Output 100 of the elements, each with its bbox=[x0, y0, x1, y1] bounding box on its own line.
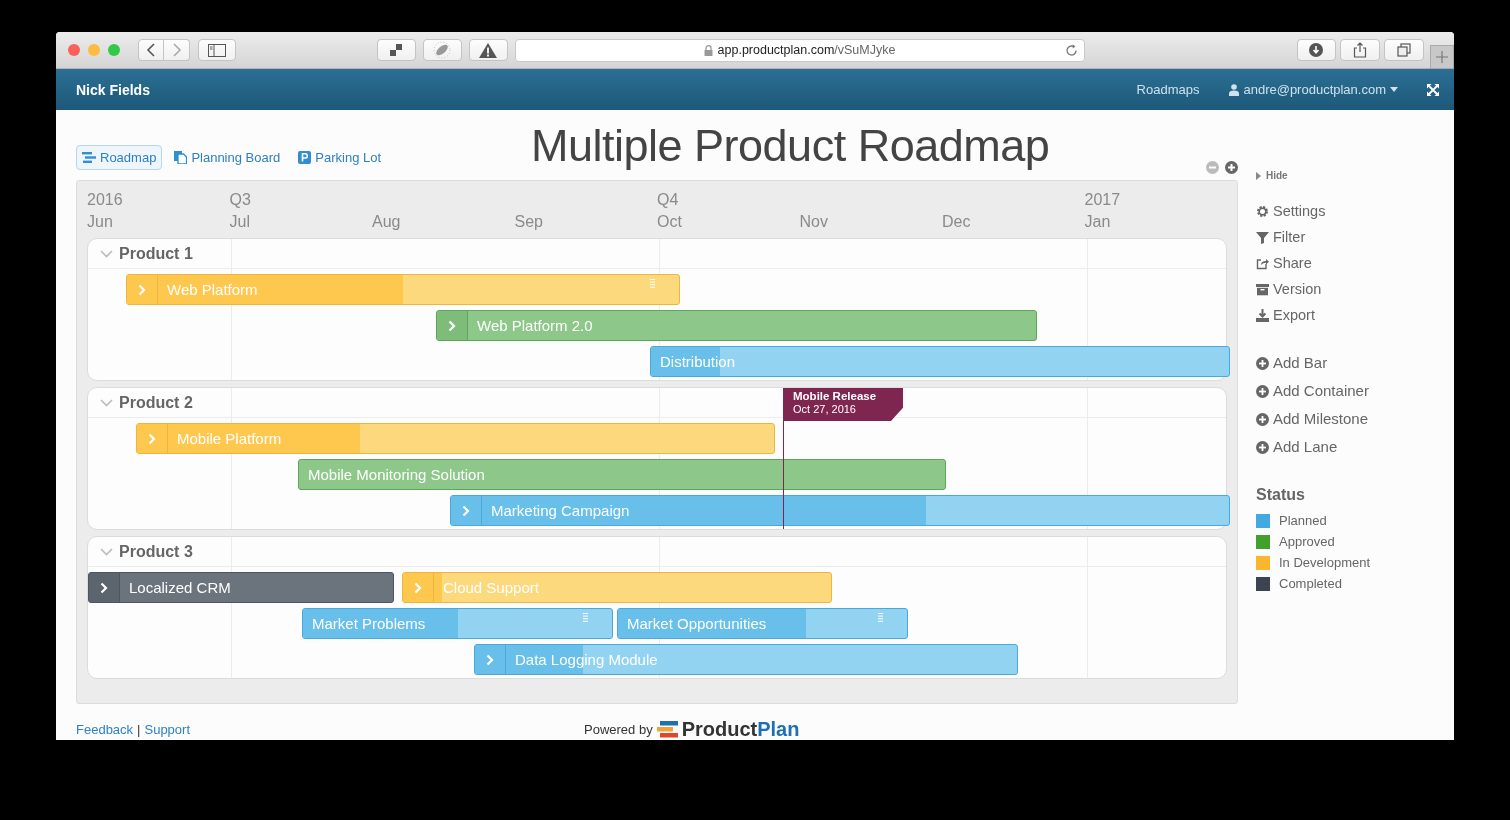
bar-label: Mobile Monitoring Solution bbox=[307, 466, 485, 483]
triangle-icon[interactable] bbox=[1256, 171, 1261, 180]
filter-icon[interactable] bbox=[1256, 230, 1269, 244]
extension-icon[interactable] bbox=[432, 41, 453, 59]
bar-label: Market Problems bbox=[311, 615, 426, 632]
forward-icon[interactable] bbox=[171, 43, 182, 57]
bar-label: Marketing Campaign bbox=[490, 502, 630, 519]
sidebar-action[interactable]: Version bbox=[1256, 280, 1371, 298]
period-label: Q4 bbox=[657, 190, 680, 210]
zoom-out-icon[interactable] bbox=[1206, 161, 1219, 174]
grip-icon[interactable] bbox=[583, 613, 588, 622]
view-tab[interactable]: Roadmap bbox=[76, 145, 163, 170]
plus-icon[interactable] bbox=[1436, 51, 1449, 63]
sidebar-action[interactable]: Add Container bbox=[1256, 382, 1371, 400]
sidebar-action[interactable]: Add Bar bbox=[1256, 354, 1371, 372]
expand-toggle[interactable] bbox=[403, 573, 434, 602]
status-label: Completed bbox=[1279, 576, 1342, 591]
zoom-in-icon[interactable] bbox=[1225, 161, 1238, 174]
address-bar[interactable]: app.productplan.com/vSuMJyke bbox=[514, 38, 1085, 62]
link-separator: | bbox=[137, 722, 141, 737]
sidebar-action[interactable]: Settings bbox=[1256, 202, 1371, 220]
status-label: Planned bbox=[1279, 513, 1327, 528]
collapse-icon[interactable] bbox=[100, 547, 113, 556]
period-label: 2017 bbox=[1084, 190, 1122, 210]
collapse-icon[interactable] bbox=[100, 398, 113, 407]
user-menu[interactable]: andre@productplan.com bbox=[1229, 82, 1398, 97]
user-icon[interactable] bbox=[1229, 83, 1240, 96]
back-icon[interactable] bbox=[146, 43, 156, 57]
grip-icon[interactable] bbox=[650, 279, 655, 288]
squares-icon[interactable] bbox=[388, 43, 405, 57]
nav-link[interactable]: Roadmaps bbox=[1136, 82, 1200, 97]
account-name: Nick Fields bbox=[76, 81, 150, 98]
month-label: Jun bbox=[87, 212, 114, 232]
url-text: app.productplan.com/vSuMJyke bbox=[717, 43, 896, 57]
lane-title: Product 2 bbox=[119, 393, 193, 412]
month-label: Oct bbox=[657, 212, 683, 232]
chevron-icon[interactable] bbox=[100, 581, 108, 594]
share-button[interactable] bbox=[1340, 39, 1381, 61]
view-tab[interactable]: Planning Board bbox=[168, 145, 287, 170]
sidebar-action[interactable]: Add Lane bbox=[1256, 438, 1371, 456]
share-icon[interactable] bbox=[1353, 42, 1368, 58]
sidebar-action[interactable]: Export bbox=[1256, 306, 1371, 324]
extension-button[interactable] bbox=[376, 39, 416, 61]
bar-label: Web Platform 2.0 bbox=[476, 317, 593, 334]
sidebar-button[interactable] bbox=[198, 39, 236, 61]
view-tab[interactable]: Parking Lot bbox=[292, 145, 388, 170]
expand-toggle[interactable] bbox=[451, 496, 482, 525]
sidebar-action[interactable]: Filter bbox=[1256, 228, 1371, 246]
milestone-flag[interactable]: Mobile Release Oct 27, 2016 bbox=[783, 388, 903, 421]
milestone-date: Oct 27, 2016 bbox=[793, 403, 857, 415]
download-button[interactable] bbox=[1296, 39, 1337, 61]
sidebar-icon[interactable] bbox=[207, 43, 226, 57]
month-label: Aug bbox=[372, 212, 402, 232]
tabs-button[interactable] bbox=[1384, 39, 1425, 61]
plus-circle-icon[interactable] bbox=[1256, 356, 1269, 370]
roadmap-bar[interactable]: Localized CRM bbox=[88, 572, 394, 603]
documents-icon[interactable] bbox=[174, 151, 188, 164]
plus-circle-icon[interactable] bbox=[1256, 440, 1269, 454]
grip-icon[interactable] bbox=[878, 613, 883, 622]
plus-circle-icon[interactable] bbox=[1256, 412, 1269, 426]
forward-button[interactable] bbox=[164, 39, 190, 61]
sidebar-action[interactable]: Share bbox=[1256, 254, 1371, 272]
bar-label: Cloud Support bbox=[442, 579, 539, 596]
tabs-icon[interactable] bbox=[1397, 43, 1412, 57]
extension-button[interactable] bbox=[468, 39, 508, 61]
roadmap-icon[interactable] bbox=[82, 152, 96, 163]
status-label: Approved bbox=[1279, 534, 1335, 549]
download-icon[interactable] bbox=[1256, 308, 1269, 322]
parking-icon[interactable] bbox=[298, 151, 312, 164]
bar-label: Distribution bbox=[659, 353, 736, 370]
download-icon[interactable] bbox=[1309, 43, 1324, 57]
fullscreen-icon[interactable] bbox=[1427, 83, 1439, 96]
logo-icon bbox=[656, 721, 678, 738]
lock-icon bbox=[703, 44, 713, 56]
footer-link[interactable]: Feedback bbox=[76, 722, 134, 737]
bar-label: Data Logging Module bbox=[514, 651, 658, 668]
collapse-icon[interactable] bbox=[100, 249, 113, 258]
expand-toggle[interactable] bbox=[89, 573, 120, 602]
plus-circle-icon[interactable] bbox=[1256, 384, 1269, 398]
settings-icon[interactable] bbox=[1256, 204, 1269, 218]
month-label: Sep bbox=[514, 212, 544, 232]
warning-icon[interactable] bbox=[478, 41, 499, 59]
footer-link[interactable]: Support bbox=[144, 722, 191, 737]
expand-toggle[interactable] bbox=[437, 311, 468, 340]
expand-toggle[interactable] bbox=[137, 424, 168, 453]
month-label: Nov bbox=[799, 212, 829, 232]
back-button[interactable] bbox=[138, 39, 164, 61]
expand-toggle[interactable] bbox=[475, 645, 506, 674]
close-button[interactable] bbox=[68, 44, 80, 56]
expand-toggle[interactable] bbox=[127, 275, 158, 304]
sidebar-action[interactable]: Add Milestone bbox=[1256, 410, 1371, 428]
period-label: 2016 bbox=[87, 190, 124, 210]
hide-link[interactable]: Hide bbox=[1256, 170, 1371, 181]
share-icon[interactable] bbox=[1256, 256, 1269, 270]
archive-icon[interactable] bbox=[1256, 282, 1269, 296]
brand-name: ProductPlan bbox=[681, 718, 800, 740]
roadmap-title: Multiple Product Roadmap bbox=[531, 120, 1050, 172]
reload-icon[interactable] bbox=[1064, 43, 1078, 57]
caret-icon[interactable] bbox=[1390, 87, 1398, 92]
legend-title: Status bbox=[1256, 486, 1306, 504]
